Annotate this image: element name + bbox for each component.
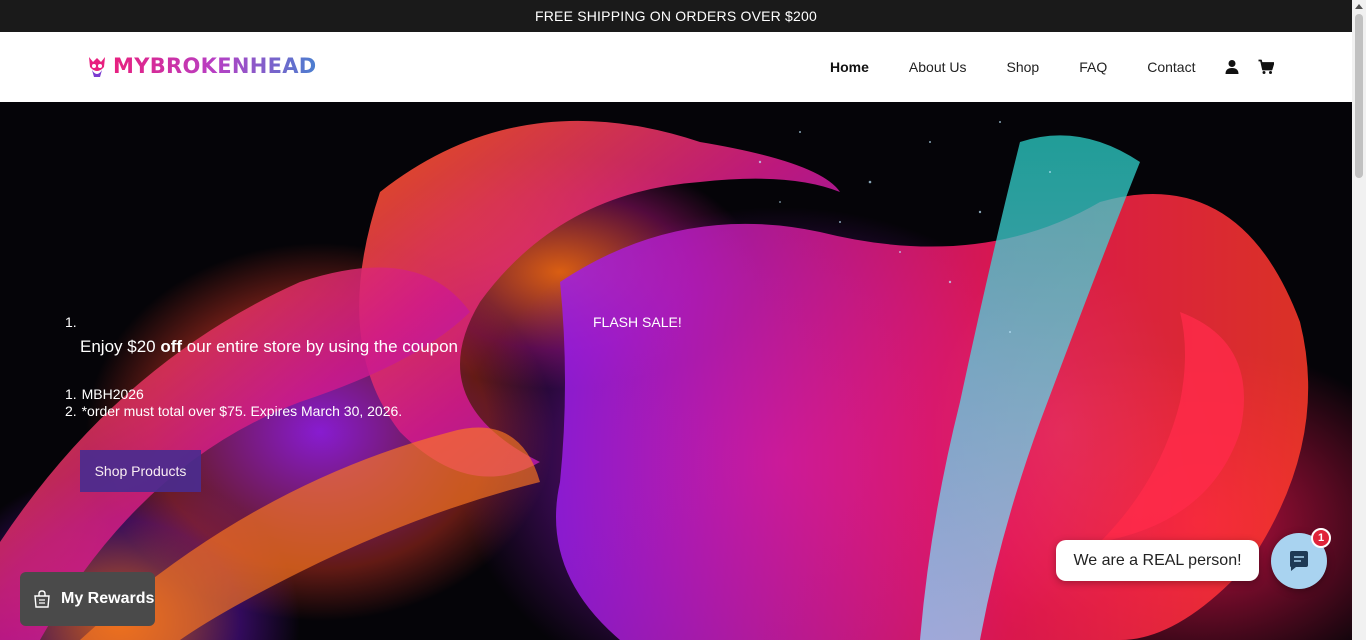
coupon-terms: *order must total over $75. Expires Marc… [81,403,403,419]
brand-logo[interactable]: MYBROKENHEAD [86,53,317,79]
shop-products-button[interactable]: Shop Products [80,450,201,492]
coupon-list-item: 2. *order must total over $75. Expires M… [65,403,402,420]
my-rewards-label: My Rewards [61,590,155,607]
nav-link-about-us[interactable]: About Us [909,59,967,75]
chat-greeting-bubble[interactable]: We are a REAL person! [1056,540,1259,581]
offer-suffix: our entire store by using the coupon [182,337,459,356]
coupon-details-list: 1. MBH2026 2. *order must total over $75… [65,386,402,420]
chat-notification-badge: 1 [1311,528,1331,548]
announcement-text: FREE SHIPPING ON ORDERS OVER $200 [534,8,817,24]
brand-name: MYBROKENHEAD [113,54,317,78]
nav-link-faq[interactable]: FAQ [1079,59,1107,75]
coupon-code: MBH2026 [81,386,144,402]
nav-link-contact[interactable]: Contact [1147,59,1195,75]
user-icon[interactable] [1224,59,1240,75]
nav-link-home[interactable]: Home [830,59,869,75]
header-icons [1224,32,1274,102]
logo-mark-icon [89,57,105,77]
cart-icon[interactable] [1258,59,1274,75]
scroll-thumb[interactable] [1355,14,1363,178]
hero-offer-text: Enjoy $20 off our entire store by using … [80,337,458,357]
main-header: MYBROKENHEAD Home About Us Shop FAQ Cont… [0,32,1352,102]
offer-prefix: Enjoy $20 [80,337,161,356]
my-rewards-button[interactable]: My Rewards [20,572,155,626]
coupon-list-marker: 1. [65,386,77,402]
scroll-up-arrow-icon[interactable] [1355,4,1363,9]
offer-bold: off [160,337,183,356]
shopping-bag-icon [34,590,50,608]
coupon-list-marker: 2. [65,403,77,419]
primary-nav: Home About Us Shop FAQ Contact [830,32,1235,102]
announcement-bar: FREE SHIPPING ON ORDERS OVER $200 [0,0,1352,32]
hero-list-marker: 1. [65,314,77,330]
page-scrollbar[interactable] [1352,0,1366,640]
nav-link-shop[interactable]: Shop [1007,59,1040,75]
chat-icon [1290,551,1308,571]
coupon-list-item: 1. MBH2026 [65,386,402,403]
flash-sale-label: FLASH SALE! [593,314,682,330]
